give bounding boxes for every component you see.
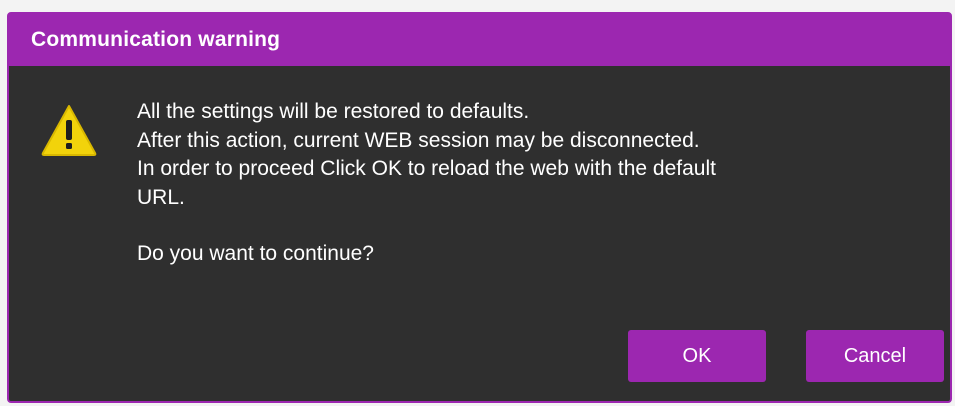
dialog-titlebar: Communication warning xyxy=(9,14,950,66)
ok-button[interactable]: OK xyxy=(628,330,766,382)
message-line: URL. xyxy=(137,185,185,209)
dialog-message: All the settings will be restored to def… xyxy=(137,98,937,269)
message-line: All the settings will be restored to def… xyxy=(137,100,530,123)
dialog-title: Communication warning xyxy=(31,28,281,51)
confirmation-question: Do you want to continue? xyxy=(137,242,374,265)
message-line: After this action, current WEB session m… xyxy=(137,128,700,152)
message-line: In order to proceed Click OK to reload t… xyxy=(137,157,716,180)
warning-triangle-icon xyxy=(41,105,97,156)
communication-warning-dialog: Communication warning All the settings w… xyxy=(7,12,952,403)
cancel-button[interactable]: Cancel xyxy=(806,330,944,382)
